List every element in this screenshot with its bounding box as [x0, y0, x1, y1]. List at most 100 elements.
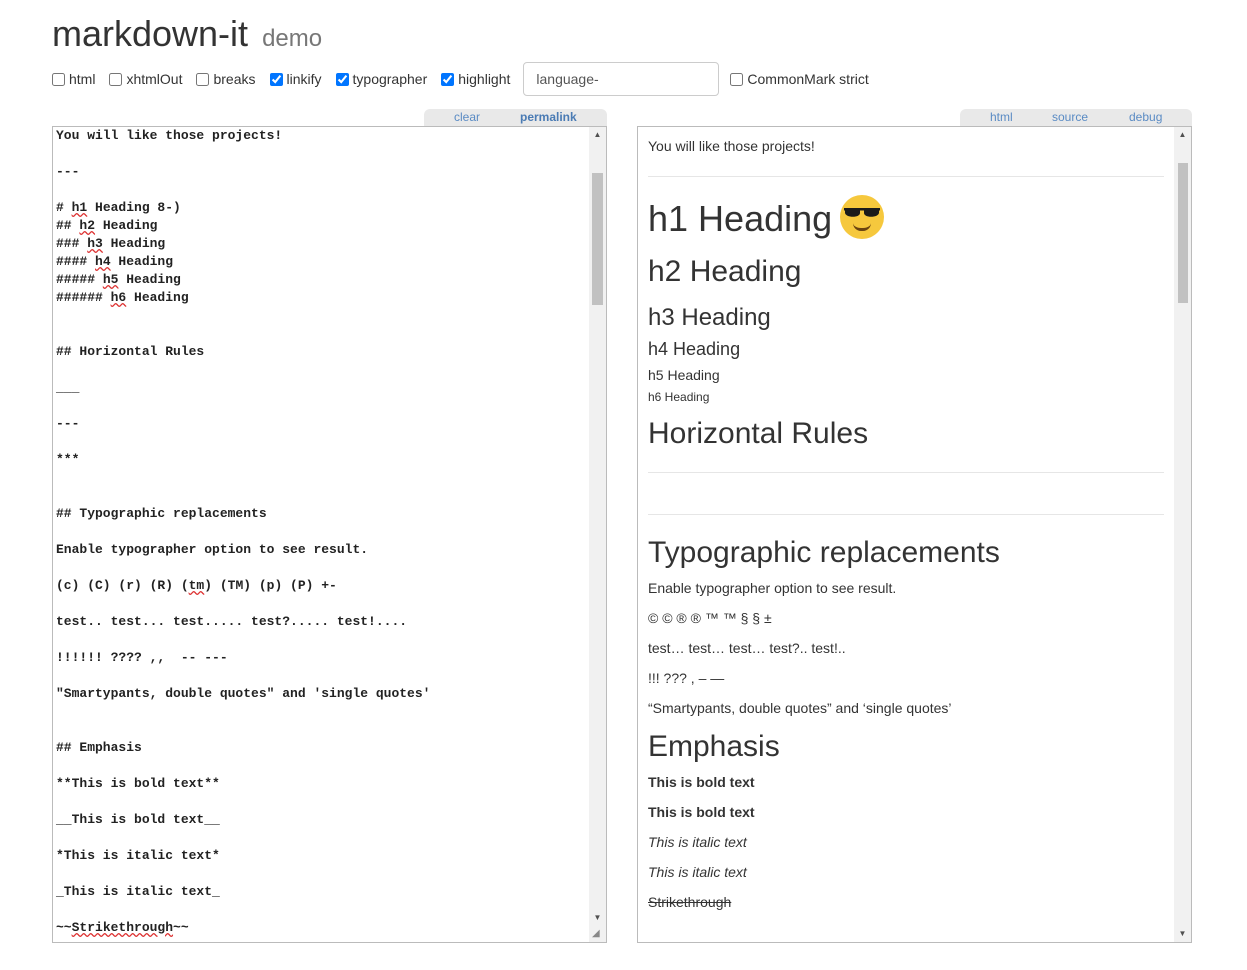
editor-line: ___	[56, 380, 80, 395]
editor-line: !!!!!! ???? ,, -- ---	[56, 650, 228, 665]
editor-line: ## h2 Heading	[56, 218, 158, 233]
editor-line: # h1 Heading 8-)	[56, 200, 181, 215]
preview-typo-punct: !!! ??? , – —	[648, 670, 725, 686]
option-html[interactable]: html	[52, 71, 95, 87]
option-commonmark[interactable]: CommonMark strict	[730, 71, 869, 87]
options-bar: html xhtmlOut breaks linkify typographer…	[52, 62, 883, 96]
commonmark-label: CommonMark strict	[747, 71, 869, 87]
preview-h3: h3 Heading	[648, 304, 771, 331]
breaks-label: breaks	[213, 71, 256, 87]
html-checkbox[interactable]	[52, 72, 65, 86]
linkify-label: linkify	[286, 71, 322, 87]
markdown-editor[interactable]: You will like those projects! --- # h1 H…	[54, 127, 589, 942]
preview-strikethrough: Strikethrough	[648, 894, 732, 910]
editor-line: ##### h5 Heading	[56, 272, 181, 287]
sunglasses-emoji-icon	[840, 195, 885, 240]
app-title: markdown-it	[52, 13, 249, 54]
preview-hr-heading: Horizontal Rules	[648, 417, 869, 450]
editor-line: ## Emphasis	[56, 740, 142, 755]
editor-line: Enable typographer option to see result.	[56, 542, 369, 557]
editor-line: #### h4 Heading	[56, 254, 174, 269]
lang-prefix-input[interactable]	[523, 62, 720, 96]
preview-h4: h4 Heading	[648, 339, 741, 359]
markdown-editor-panel: You will like those projects! --- # h1 H…	[52, 126, 607, 943]
scroll-down-arrow-icon[interactable]: ▼	[589, 910, 606, 926]
editor-line: ~~Strikethrough~~	[56, 920, 189, 935]
xhtmlout-label: xhtmlOut	[126, 71, 183, 87]
linkify-checkbox[interactable]	[269, 72, 283, 86]
option-linkify[interactable]: linkify	[269, 71, 322, 87]
result-tabs: html source debug	[960, 109, 1192, 127]
preview-h5: h5 Heading	[648, 367, 720, 383]
preview-typo-heading: Typographic replacements	[648, 536, 1000, 569]
editor-line: _This is italic text_	[56, 884, 220, 899]
horizontal-rule	[648, 176, 1164, 177]
permalink-tab[interactable]: permalink	[520, 110, 577, 124]
page-title: markdown-it demo	[52, 12, 322, 61]
scroll-up-arrow-icon[interactable]: ▲	[1174, 127, 1191, 143]
editor-line: ---	[56, 164, 80, 179]
preview-panel: You will like those projects! h1 Heading…	[637, 126, 1192, 943]
preview-bold-1: This is bold text	[648, 774, 755, 790]
option-highlight[interactable]: highlight	[441, 71, 510, 87]
editor-line: ### h3 Heading	[56, 236, 166, 251]
editor-line: ---	[56, 416, 80, 431]
xhtmlout-checkbox[interactable]	[109, 72, 123, 86]
editor-line: ## Horizontal Rules	[56, 344, 205, 359]
editor-line: (c) (C) (r) (R) (tm) (TM) (p) (P) +-	[56, 578, 337, 593]
source-tabs: clear permalink	[424, 109, 607, 127]
scroll-up-arrow-icon[interactable]: ▲	[589, 127, 606, 143]
app-subtitle: demo	[262, 25, 323, 52]
clear-tab[interactable]: clear	[454, 110, 480, 124]
preview-h6: h6 Heading	[648, 390, 710, 404]
editor-line: You will like those projects!	[56, 128, 283, 143]
preview-content: You will like those projects! h1 Heading…	[648, 127, 1164, 912]
debug-tab[interactable]: debug	[1129, 110, 1162, 124]
horizontal-rule	[648, 514, 1164, 515]
editor-line: **This is bold text**	[56, 776, 220, 791]
h1-text: h1 Heading	[648, 198, 833, 239]
preview-italic-2: This is italic text	[648, 864, 747, 880]
resize-handle-icon[interactable]: ◢	[592, 928, 604, 940]
highlight-checkbox[interactable]	[441, 72, 455, 86]
source-tab[interactable]: source	[1052, 110, 1088, 124]
preview-scroll-thumb[interactable]	[1178, 163, 1188, 303]
editor-scrollbar[interactable]: ▲ ▼	[589, 127, 606, 942]
option-typographer[interactable]: typographer	[335, 71, 428, 87]
typographer-checkbox[interactable]	[335, 72, 349, 86]
scroll-down-arrow-icon[interactable]: ▼	[1174, 926, 1191, 942]
preview-intro: You will like those projects!	[648, 138, 815, 154]
editor-scroll-thumb[interactable]	[592, 173, 603, 305]
preview-scrollbar[interactable]: ▲ ▼	[1174, 127, 1191, 942]
emoji-smile	[853, 223, 872, 232]
preview-emphasis-heading: Emphasis	[648, 730, 780, 763]
html-tab[interactable]: html	[990, 110, 1013, 124]
typographer-label: typographer	[352, 71, 428, 87]
editor-line: "Smartypants, double quotes" and 'single…	[56, 686, 431, 701]
option-breaks[interactable]: breaks	[196, 71, 256, 87]
editor-line: ###### h6 Heading	[56, 290, 189, 305]
option-xhtmlout[interactable]: xhtmlOut	[109, 71, 182, 87]
editor-line: ## Typographic replacements	[56, 506, 267, 521]
preview-typo-quotes: “Smartypants, double quotes” and ‘single…	[648, 700, 952, 716]
commonmark-checkbox[interactable]	[730, 72, 744, 86]
breaks-checkbox[interactable]	[196, 72, 210, 86]
